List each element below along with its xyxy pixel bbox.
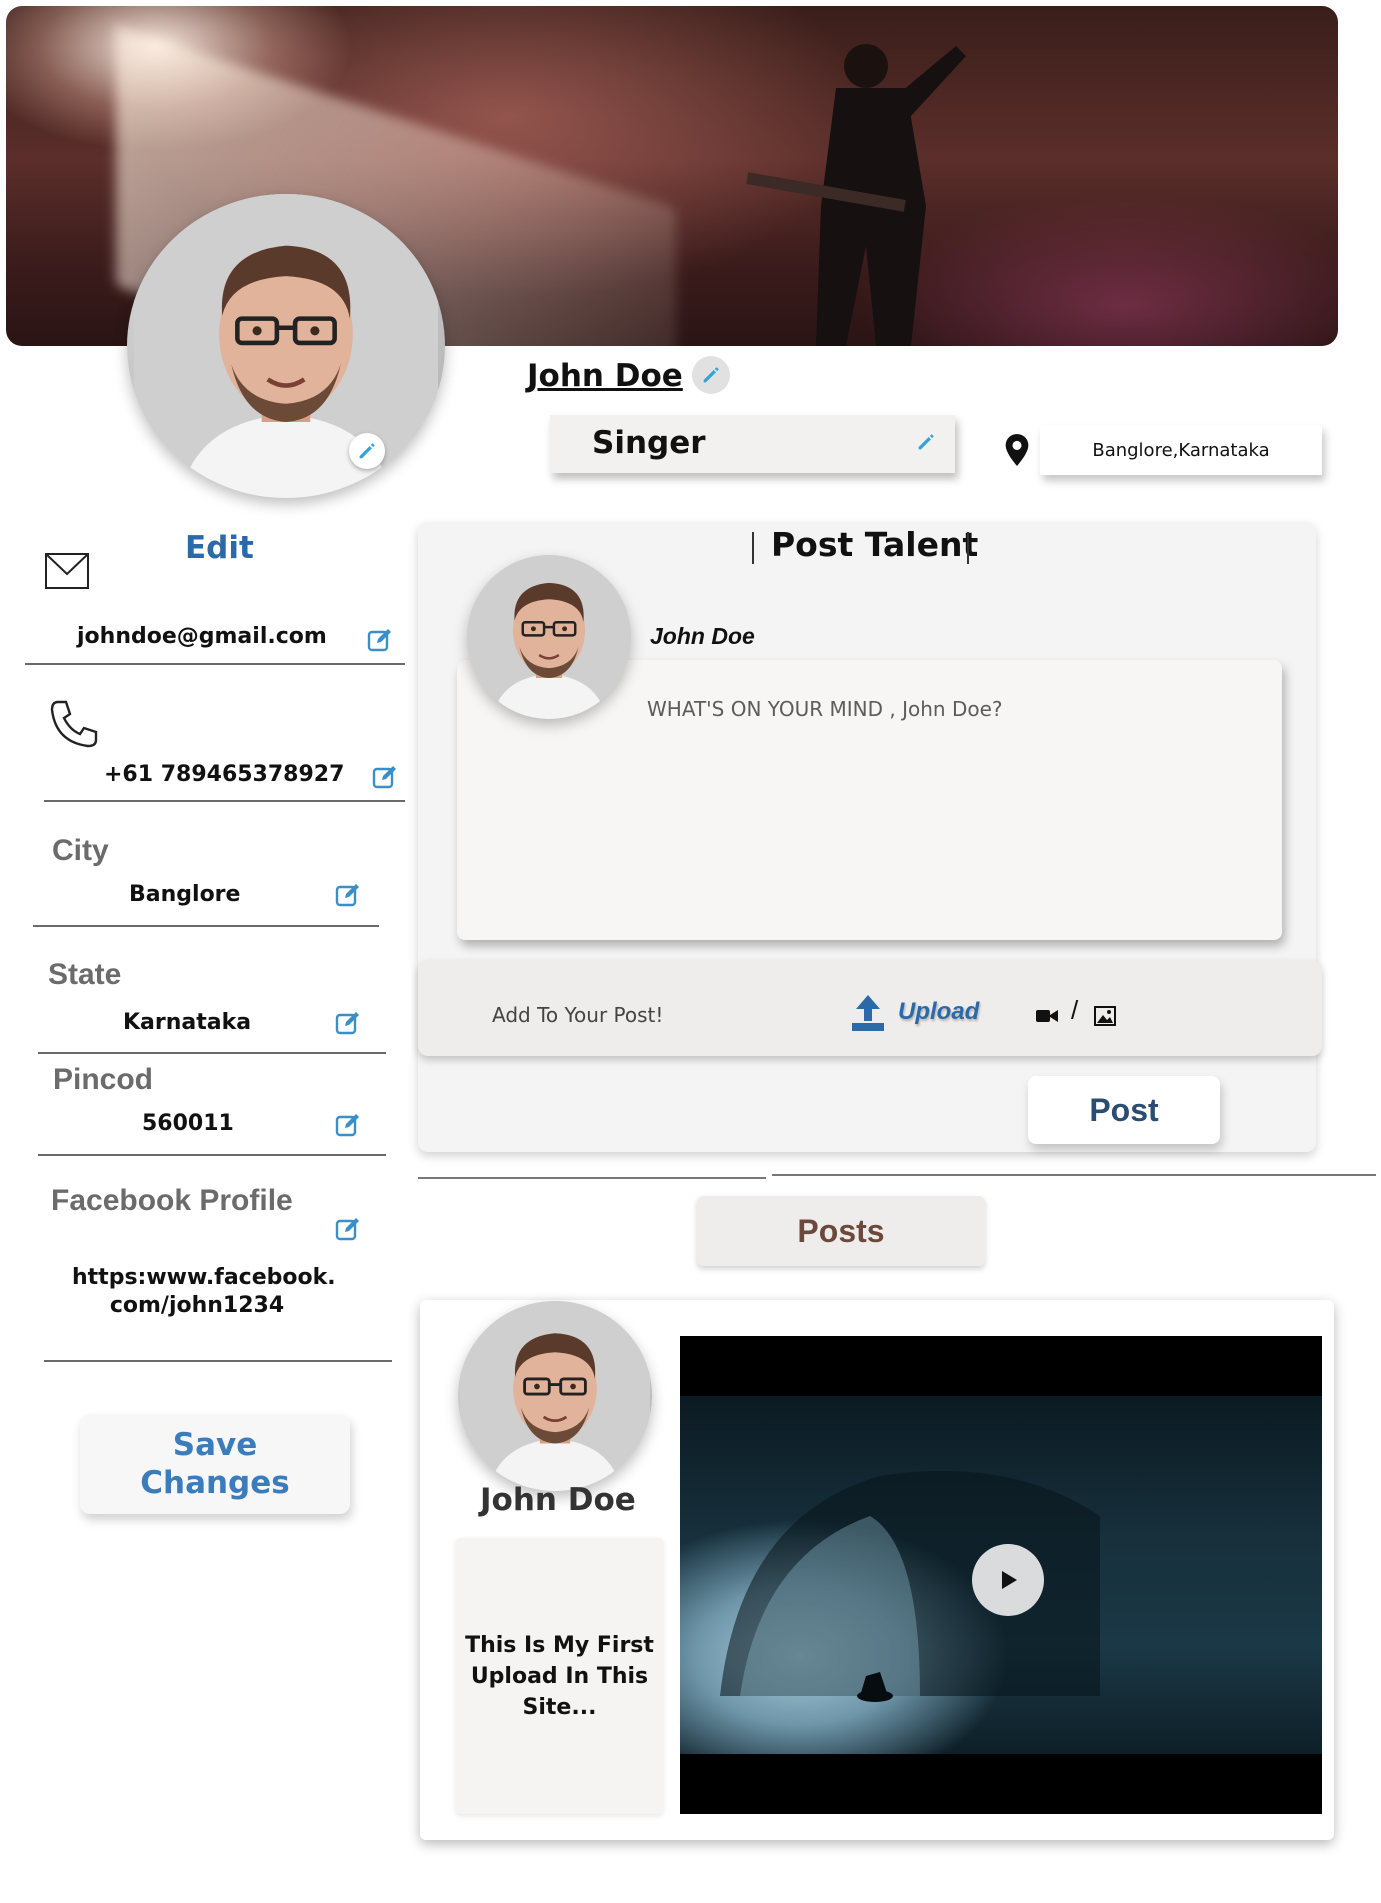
divider [38,1052,386,1054]
facebook-line-2: com/john1234 [109,1293,285,1318]
post-button[interactable]: Post [1028,1076,1220,1144]
posts-tab[interactable]: Posts [697,1196,985,1266]
post-talent-title: Post Talent [771,525,979,564]
composer-username: John Doe [650,623,755,649]
facebook-label: Facebook Profile [51,1184,293,1217]
city-edit-icon[interactable] [334,881,362,909]
upload-icon[interactable] [850,993,886,1033]
divider [44,800,405,802]
profile-avatar[interactable] [127,194,445,498]
play-button[interactable] [972,1544,1044,1616]
save-label-line-2: Changes [140,1465,290,1501]
city-value: Banglore [129,882,241,907]
phone-value: +61 789465378927 [104,762,345,787]
video-camera-icon[interactable] [1036,1008,1058,1024]
role-edit-pencil-icon[interactable] [915,431,937,458]
avatar-edit-pencil-icon[interactable] [349,433,385,469]
title-bar-right [967,532,969,564]
play-icon [1002,1571,1017,1589]
facebook-value[interactable]: https:www.facebook. com/john1234 [72,1264,336,1320]
save-label-line-1: Save [172,1427,258,1463]
edit-heading[interactable]: Edit [185,530,254,566]
divider [33,925,379,927]
upload-button[interactable]: Upload [898,998,979,1026]
facebook-edit-icon[interactable] [334,1215,362,1243]
phone-icon [50,700,98,748]
email-value: johndoe@gmail.com [77,624,327,649]
location-field[interactable]: Banglore,Karnataka [1040,425,1322,475]
post-author-avatar[interactable] [458,1301,652,1491]
caption-line-1: This Is My First [465,1632,654,1658]
divider [44,1360,392,1362]
image-icon[interactable] [1094,1006,1116,1026]
add-to-post-label: Add To Your Post! [492,1003,664,1027]
pincode-edit-icon[interactable] [334,1111,362,1139]
state-label: State [48,958,122,991]
email-edit-icon[interactable] [366,626,394,654]
divider [25,663,405,665]
facebook-line-1: https:www.facebook. [72,1265,336,1290]
phone-edit-icon[interactable] [371,763,399,791]
state-edit-icon[interactable] [334,1009,362,1037]
pincode-value: 560011 [142,1111,234,1136]
composer-avatar [467,555,631,719]
post-caption: This Is My First Upload In This Site... [456,1538,663,1814]
city-label: City [52,834,109,867]
save-changes-button[interactable]: Save Changes [80,1414,350,1514]
singer-silhouette [746,44,966,346]
role-field[interactable]: Singer [550,415,955,473]
pincode-label: Pincod [53,1063,154,1096]
name-edit-pencil-icon[interactable] [692,356,730,394]
caption-line-2: Upload In This [470,1663,649,1689]
section-divider-right [772,1174,1376,1176]
section-divider-left [418,1177,766,1179]
state-value: Karnataka [123,1010,252,1035]
caption-line-3: Site... [522,1694,597,1720]
divider [38,1154,386,1156]
post-author-name[interactable]: John Doe [480,1482,636,1518]
profile-name: John Doe [527,358,683,394]
post-placeholder: WHAT'S ON YOUR MIND , John Doe? [647,697,1003,721]
title-bar-left [752,532,754,564]
mail-icon [45,553,89,589]
location-pin-icon [1005,434,1029,466]
role-text: Singer [592,425,706,461]
media-separator: / [1071,995,1079,1025]
